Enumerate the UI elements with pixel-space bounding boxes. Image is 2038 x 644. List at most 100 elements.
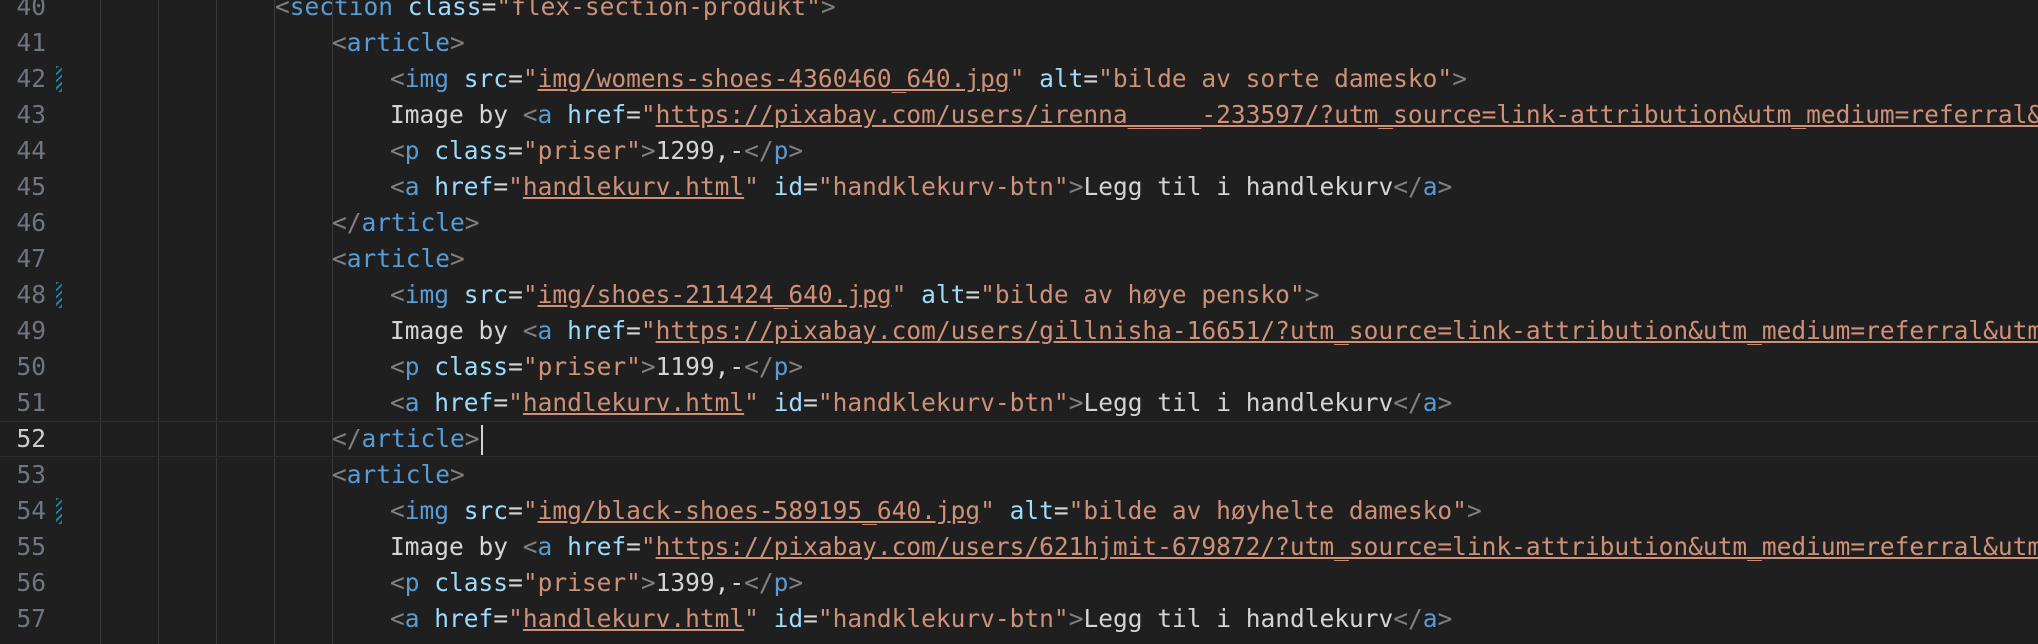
code-token: =: [626, 532, 641, 561]
code-token: img: [404, 64, 450, 93]
code-token: <: [390, 604, 405, 633]
code-line[interactable]: 51 <a href="handlekurv.html" id="handklek…: [0, 385, 2038, 421]
code-token: =: [508, 136, 523, 165]
line-number[interactable]: 42: [0, 61, 46, 97]
line-number[interactable]: 53: [0, 457, 46, 493]
code-line[interactable]: 54 <img src="img/black-shoes-589195_640.j…: [0, 493, 2038, 529]
line-number[interactable]: 45: [0, 169, 46, 205]
code-token: alt: [921, 280, 966, 309]
line-number[interactable]: 43: [0, 97, 46, 133]
code-token: p: [404, 568, 420, 597]
code-token: alt: [1009, 496, 1054, 525]
code-token: >: [464, 208, 480, 237]
line-number[interactable]: 56: [0, 565, 46, 601]
code-token: </: [332, 424, 362, 453]
code-line[interactable]: 53 <article>: [0, 457, 2038, 493]
line-number[interactable]: 41: [0, 25, 46, 61]
code-content: <article>: [332, 25, 465, 61]
code-token: Legg til i handlekurv: [1083, 604, 1394, 633]
modified-line-indicator[interactable]: [56, 282, 62, 308]
line-number[interactable]: 49: [0, 313, 46, 349]
current-code-line[interactable]: 52 </article>: [0, 421, 2038, 457]
modified-line-indicator[interactable]: [56, 66, 62, 92]
code-content: <section class="flex-section-produkt">: [275, 0, 836, 25]
code-token: <: [390, 280, 405, 309]
code-token: ": [508, 172, 523, 201]
code-token: >: [1437, 388, 1453, 417]
code-token: Image by: [390, 532, 523, 561]
code-token: "handklekurv-btn": [817, 388, 1069, 417]
code-token: article: [361, 208, 465, 237]
code-token: Legg til i handlekurv: [1083, 172, 1394, 201]
code-token: href: [434, 604, 494, 633]
code-line[interactable]: 49 Image by <a href="https://pixabay.com/…: [0, 313, 2038, 349]
code-token: =: [508, 568, 523, 597]
code-line[interactable]: 41 <article>: [0, 25, 2038, 61]
code-token: 1399,-: [655, 568, 745, 597]
code-token: ": [522, 64, 538, 93]
line-number[interactable]: 46: [0, 205, 46, 241]
code-line[interactable]: 55 Image by <a href="https://pixabay.com/…: [0, 529, 2038, 565]
line-number[interactable]: 55: [0, 529, 46, 565]
code-token: >: [464, 424, 480, 453]
code-token: =: [481, 0, 497, 21]
code-token: =: [508, 280, 523, 309]
code-token: p: [773, 352, 789, 381]
code-line[interactable]: 46 </article>: [0, 205, 2038, 241]
code-token: src: [463, 280, 509, 309]
code-line[interactable]: 56 <p class="priser">1399,-</p>: [0, 565, 2038, 601]
line-number[interactable]: 40: [0, 0, 46, 25]
line-number[interactable]: 51: [0, 385, 46, 421]
line-number[interactable]: 44: [0, 133, 46, 169]
code-token: >: [1304, 280, 1320, 309]
code-token: </: [332, 208, 362, 237]
code-line[interactable]: 44 <p class="priser">1299,-</p>: [0, 133, 2038, 169]
line-number[interactable]: 47: [0, 241, 46, 277]
code-token: class: [434, 568, 509, 597]
code-line[interactable]: 45 <a href="handlekurv.html" id="handklek…: [0, 169, 2038, 205]
code-token: =: [803, 388, 818, 417]
line-number[interactable]: 54: [0, 493, 46, 529]
code-line[interactable]: 43 Image by <a href="https://pixabay.com/…: [0, 97, 2038, 133]
code-token: img/womens-shoes-4360460_640.jpg: [537, 64, 1010, 93]
code-token: class: [434, 352, 509, 381]
code-token: "flex-section-produkt": [496, 0, 821, 21]
code-line[interactable]: 40 <section class="flex-section-produkt">: [0, 0, 2038, 25]
line-number[interactable]: 57: [0, 601, 46, 637]
code-editor[interactable]: 40 <section class="flex-section-produkt">…: [0, 0, 2038, 644]
code-token: p: [773, 568, 789, 597]
code-token: </: [744, 136, 774, 165]
code-token: =: [508, 64, 523, 93]
code-token: =: [508, 496, 523, 525]
code-line[interactable]: 47 <article>: [0, 241, 2038, 277]
code-line[interactable]: 50 <p class="priser">1199,-</p>: [0, 349, 2038, 385]
code-token: <: [390, 496, 405, 525]
code-token: =: [626, 100, 641, 129]
code-token: "bilde av sorte damesko": [1098, 64, 1453, 93]
code-token: <: [522, 100, 538, 129]
code-content: <p class="priser">1299,-</p>: [390, 133, 803, 169]
code-token: p: [404, 136, 420, 165]
code-token: "priser": [522, 136, 641, 165]
code-line[interactable]: 42 <img src="img/womens-shoes-4360460_640…: [0, 61, 2038, 97]
code-line[interactable]: 57 <a href="handlekurv.html" id="handklek…: [0, 601, 2038, 637]
code-token: img/shoes-211424_640.jpg: [537, 280, 892, 309]
code-token: <: [522, 316, 538, 345]
line-number[interactable]: 52: [0, 422, 46, 456]
code-token: ": [891, 280, 907, 309]
code-line[interactable]: 48 <img src="img/shoes-211424_640.jpg" al…: [0, 277, 2038, 313]
modified-line-indicator[interactable]: [56, 498, 62, 524]
line-number[interactable]: 50: [0, 349, 46, 385]
code-token: >: [640, 136, 656, 165]
code-token: handlekurv.html: [522, 604, 745, 633]
code-token: img/black-shoes-589195_640.jpg: [537, 496, 981, 525]
code-token: ": [744, 172, 759, 201]
line-number[interactable]: 48: [0, 277, 46, 313]
